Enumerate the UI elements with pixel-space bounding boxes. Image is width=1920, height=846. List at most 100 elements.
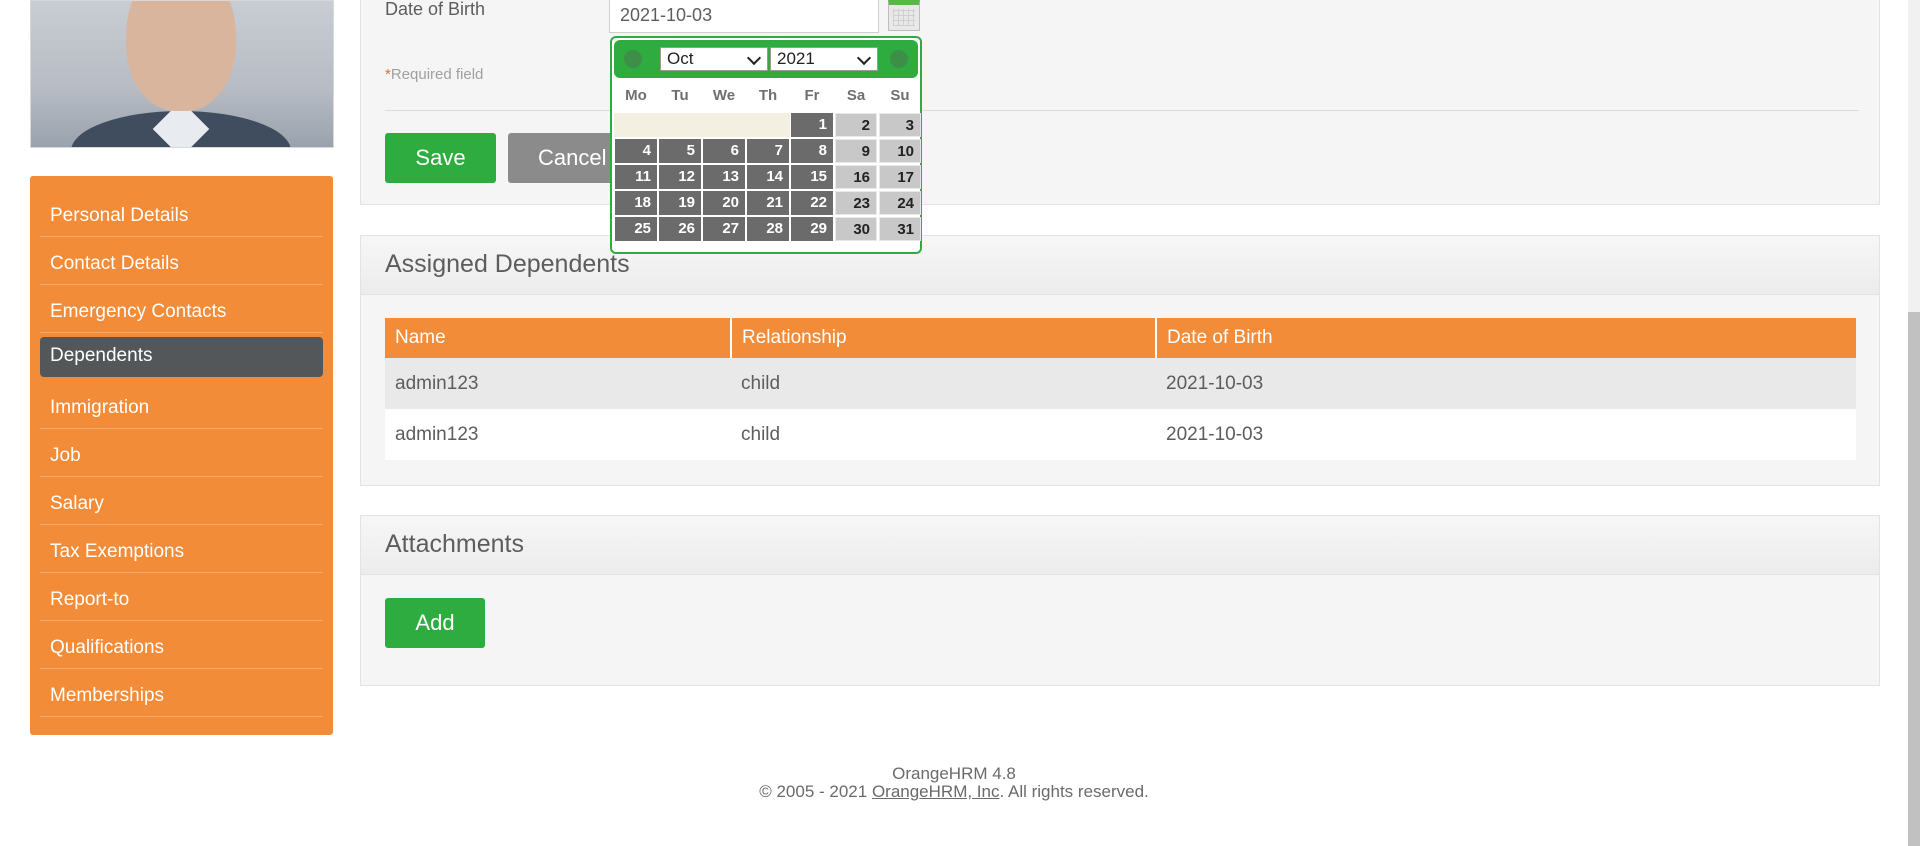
- cell-date-of-birth: 2021-10-03: [1156, 358, 1856, 409]
- weekday-label: Tu: [671, 87, 689, 104]
- column-header-date-of-birth[interactable]: Date of Birth: [1156, 318, 1856, 358]
- footer-copyright-prefix: © 2005 - 2021: [759, 782, 872, 801]
- chevron-down-icon: [856, 50, 872, 66]
- table-row[interactable]: admin123 child 2021-10-03: [385, 358, 1856, 409]
- sidebar-item-dependents[interactable]: Dependents: [40, 337, 323, 377]
- photo-face: [126, 1, 236, 111]
- cell-name[interactable]: admin123: [385, 358, 731, 409]
- calendar-day[interactable]: 21: [747, 191, 789, 215]
- weekday-label: Sa: [846, 87, 866, 104]
- calendar-day[interactable]: 15: [791, 165, 833, 189]
- cell-date-of-birth: 2021-10-03: [1156, 409, 1856, 460]
- sidebar-item-qualifications[interactable]: Qualifications: [40, 621, 323, 669]
- sidebar-item-report-to[interactable]: Report-to: [40, 573, 323, 621]
- weekday-label: We: [712, 87, 736, 104]
- footer-version: OrangeHRM 4.8: [892, 764, 1016, 783]
- calendar-day[interactable]: 11: [615, 165, 657, 189]
- year-select-value: 2021: [777, 49, 815, 68]
- weekday-header-row: Mo Tu We Th Fr Sa Su: [614, 86, 918, 112]
- chevron-down-icon: [746, 50, 762, 66]
- calendar-day[interactable]: 3: [879, 113, 921, 137]
- calendar-day[interactable]: 30: [835, 217, 877, 241]
- calendar-day[interactable]: 5: [659, 139, 701, 163]
- calendar-day[interactable]: 23: [835, 191, 877, 215]
- calendar-day[interactable]: 17: [879, 165, 921, 189]
- assigned-dependents-title: Assigned Dependents: [361, 236, 1879, 295]
- save-button[interactable]: Save: [385, 133, 496, 183]
- weekday-label: Mo: [625, 87, 647, 104]
- month-select-value: Oct: [667, 49, 694, 68]
- sidebar-item-personal-details[interactable]: Personal Details: [40, 189, 323, 237]
- attachments-card: Attachments Add: [360, 515, 1880, 686]
- cancel-button[interactable]: Cancel: [508, 133, 621, 183]
- form-divider: [385, 110, 1859, 111]
- sidebar-item-memberships[interactable]: Memberships: [40, 669, 323, 717]
- calendar-day[interactable]: 7: [747, 139, 789, 163]
- calendar-day[interactable]: 9: [835, 139, 877, 163]
- calendar-day[interactable]: 12: [659, 165, 701, 189]
- weekday-label: Su: [890, 87, 910, 104]
- column-header-relationship[interactable]: Relationship: [731, 318, 1157, 358]
- calendar-day[interactable]: 6: [703, 139, 745, 163]
- attachments-title: Attachments: [361, 516, 1879, 575]
- dob-input[interactable]: 2021-10-03: [609, 0, 879, 33]
- calendar-day[interactable]: 2: [835, 113, 877, 137]
- cell-name[interactable]: admin123: [385, 409, 731, 460]
- calendar-day[interactable]: 25: [615, 217, 657, 241]
- calendar-day[interactable]: 18: [615, 191, 657, 215]
- calendar-day[interactable]: 13: [703, 165, 745, 189]
- calendar-day[interactable]: 19: [659, 191, 701, 215]
- calendar-empty-cell: [614, 113, 658, 137]
- calendar-icon[interactable]: [888, 0, 920, 31]
- weekday-label: Th: [758, 87, 778, 104]
- calendar-day[interactable]: 24: [879, 191, 921, 215]
- cell-relationship: child: [731, 409, 1156, 460]
- table-header-row: Name Relationship Date of Birth: [385, 318, 1856, 358]
- calendar-day[interactable]: 10: [879, 139, 921, 163]
- calendar-day[interactable]: 22: [791, 191, 833, 215]
- calendar-day[interactable]: 1: [791, 113, 833, 137]
- sidebar-item-contact-details[interactable]: Contact Details: [40, 237, 323, 285]
- sidebar-item-salary[interactable]: Salary: [40, 477, 323, 525]
- calendar-empty-cell: [702, 113, 746, 137]
- column-header-name[interactable]: Name: [385, 318, 732, 358]
- calendar-day[interactable]: 27: [703, 217, 745, 241]
- calendar-day[interactable]: 29: [791, 217, 833, 241]
- footer-company-link[interactable]: OrangeHRM, Inc: [872, 782, 1000, 801]
- datepicker-header: Oct 2021: [614, 40, 918, 78]
- table-row[interactable]: admin123 child 2021-10-03: [385, 409, 1856, 460]
- calendar-day[interactable]: 14: [747, 165, 789, 189]
- cell-relationship: child: [731, 358, 1156, 409]
- footer-copyright: © 2005 - 2021 OrangeHRM, Inc. All rights…: [0, 782, 1908, 802]
- prev-month-icon[interactable]: [624, 50, 642, 68]
- add-dependent-form: Date of Birth 2021-10-03 *Required field…: [360, 0, 1880, 205]
- sidebar-item-job[interactable]: Job: [40, 429, 323, 477]
- dependents-table: Name Relationship Date of Birth admin123…: [385, 318, 1856, 460]
- assigned-dependents-card: Assigned Dependents Name Relationship Da…: [360, 235, 1880, 486]
- add-attachment-button[interactable]: Add: [385, 598, 485, 648]
- datepicker-popup: Oct 2021 Mo Tu We Th Fr Sa Su 1 2 3 4 5 6 7 8 9 10 11 12 1…: [610, 36, 922, 254]
- calendar-days-grid: 1 2 3 4 5 6 7 8 9 10 11 12 13 14 15 16 17 18 19 20 21 22 23 24 2…: [614, 112, 921, 242]
- sidebar-item-immigration[interactable]: Immigration: [40, 381, 323, 429]
- employee-photo[interactable]: [30, 0, 334, 148]
- calendar-day[interactable]: 31: [879, 217, 921, 241]
- calendar-empty-cell: [658, 113, 702, 137]
- calendar-day[interactable]: 4: [615, 139, 657, 163]
- calendar-day[interactable]: 16: [835, 165, 877, 189]
- sidebar-item-emergency-contacts[interactable]: Emergency Contacts: [40, 285, 323, 333]
- required-field-text: Required field: [390, 66, 484, 83]
- calendar-day[interactable]: 26: [659, 217, 701, 241]
- required-field-note: *Required field: [385, 66, 483, 83]
- month-select[interactable]: Oct: [660, 47, 768, 71]
- profile-sidebar: Personal Details Contact Details Emergen…: [30, 176, 333, 735]
- scrollbar-thumb[interactable]: [1908, 312, 1920, 846]
- next-month-icon[interactable]: [890, 50, 908, 68]
- dob-label: Date of Birth: [385, 0, 486, 19]
- year-select[interactable]: 2021: [770, 47, 878, 71]
- page-scrollbar[interactable]: [1908, 0, 1920, 846]
- calendar-day[interactable]: 20: [703, 191, 745, 215]
- sidebar-item-tax-exemptions[interactable]: Tax Exemptions: [40, 525, 323, 573]
- calendar-day[interactable]: 28: [747, 217, 789, 241]
- calendar-day[interactable]: 8: [791, 139, 833, 163]
- calendar-empty-cell: [746, 113, 790, 137]
